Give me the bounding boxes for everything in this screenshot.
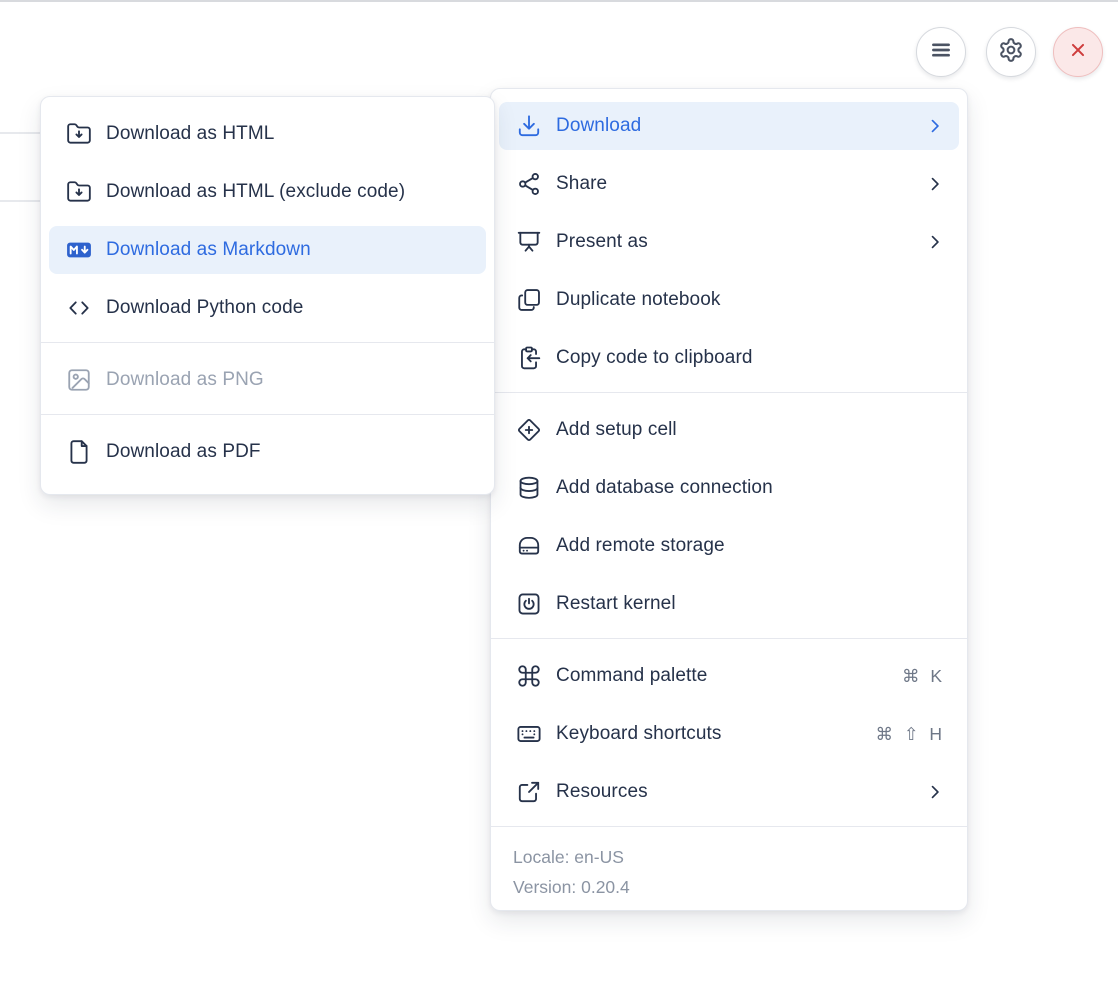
menu-item-label: Download as HTML (exclude code): [106, 181, 472, 203]
database-icon: [516, 475, 542, 501]
menu-item-download-as-png[interactable]: Download as PNG: [49, 356, 486, 404]
chevron-right-icon: [925, 232, 945, 252]
menu-separator: [41, 342, 494, 343]
duplicate-icon: [516, 287, 542, 313]
menu-item-label: Keyboard shortcuts: [556, 723, 861, 745]
hard-drive-icon: [516, 533, 542, 559]
code-icon: [66, 295, 92, 321]
menu-item-add-database-connection[interactable]: Add database connection: [499, 464, 959, 512]
menu-item-label: Download as PNG: [106, 369, 472, 391]
menu-item-download[interactable]: Download: [499, 102, 959, 150]
menu-item-label: Command palette: [556, 665, 888, 687]
menu-item-label: Download: [556, 115, 911, 137]
folder-download-icon: [66, 121, 92, 147]
menu-item-label: Download as PDF: [106, 441, 472, 463]
menu-item-download-as-pdf[interactable]: Download as PDF: [49, 428, 486, 476]
menu-item-keyboard-shortcuts[interactable]: Keyboard shortcuts ⌘ ⇧ H: [499, 710, 959, 758]
menu-item-label: Restart kernel: [556, 593, 945, 615]
menu-item-add-setup-cell[interactable]: Add setup cell: [499, 406, 959, 454]
menu-item-download-as-html-exclude-code[interactable]: Download as HTML (exclude code): [49, 168, 486, 216]
menu-item-download-as-markdown[interactable]: Download as Markdown: [49, 226, 486, 274]
menu-item-command-palette[interactable]: Command palette ⌘ K: [499, 652, 959, 700]
menu-separator: [41, 414, 494, 415]
menu-item-label: Present as: [556, 231, 911, 253]
image-icon: [66, 367, 92, 393]
menu-separator: [491, 392, 967, 393]
menu-item-label: Download Python code: [106, 297, 472, 319]
menu-item-download-as-html[interactable]: Download as HTML: [49, 110, 486, 158]
menu-item-label: Download as Markdown: [106, 239, 472, 261]
markdown-icon: [66, 237, 92, 263]
diamond-plus-icon: [516, 417, 542, 443]
clipboard-copy-icon: [516, 345, 542, 371]
close-x-icon: [1067, 39, 1089, 66]
file-icon: [66, 439, 92, 465]
presentation-icon: [516, 229, 542, 255]
menu-item-label: Add setup cell: [556, 419, 945, 441]
close-button[interactable]: [1053, 27, 1103, 77]
chevron-right-icon: [925, 782, 945, 802]
menu-item-present-as[interactable]: Present as: [499, 218, 959, 266]
download-submenu: Download as HTML Download as HTML (exclu…: [40, 96, 495, 495]
notebook-actions-menu: Download Share Present as Duplicate note…: [490, 88, 968, 911]
hamburger-menu-icon: [928, 37, 954, 68]
menu-item-label: Download as HTML: [106, 123, 472, 145]
folder-download-icon: [66, 179, 92, 205]
shortcut-hint: ⌘ K: [902, 666, 945, 687]
version-text: Version: 0.20.4: [513, 872, 967, 902]
notebook-menu-button[interactable]: [916, 27, 966, 77]
power-icon: [516, 591, 542, 617]
menu-separator: [491, 826, 967, 827]
menu-footer: Locale: en-US Version: 0.20.4: [491, 840, 967, 902]
menu-item-label: Resources: [556, 781, 911, 803]
background-line: [0, 200, 44, 202]
menu-item-label: Copy code to clipboard: [556, 347, 945, 369]
menu-separator: [491, 638, 967, 639]
menu-item-label: Duplicate notebook: [556, 289, 945, 311]
menu-item-share[interactable]: Share: [499, 160, 959, 208]
settings-button[interactable]: [986, 27, 1036, 77]
window-top-border: [0, 0, 1118, 2]
menu-item-copy-code[interactable]: Copy code to clipboard: [499, 334, 959, 382]
menu-item-restart-kernel[interactable]: Restart kernel: [499, 580, 959, 628]
background-line: [0, 132, 44, 134]
chevron-right-icon: [925, 174, 945, 194]
external-link-icon: [516, 779, 542, 805]
locale-text: Locale: en-US: [513, 842, 967, 872]
command-icon: [516, 663, 542, 689]
menu-item-label: Share: [556, 173, 911, 195]
shortcut-hint: ⌘ ⇧ H: [875, 724, 945, 745]
keyboard-icon: [516, 721, 542, 747]
menu-item-label: Add remote storage: [556, 535, 945, 557]
gear-icon: [998, 37, 1024, 68]
menu-item-download-python-code[interactable]: Download Python code: [49, 284, 486, 332]
menu-item-resources[interactable]: Resources: [499, 768, 959, 816]
share-icon: [516, 171, 542, 197]
menu-item-label: Add database connection: [556, 477, 945, 499]
menu-item-add-remote-storage[interactable]: Add remote storage: [499, 522, 959, 570]
chevron-right-icon: [925, 116, 945, 136]
download-icon: [516, 113, 542, 139]
menu-item-duplicate-notebook[interactable]: Duplicate notebook: [499, 276, 959, 324]
